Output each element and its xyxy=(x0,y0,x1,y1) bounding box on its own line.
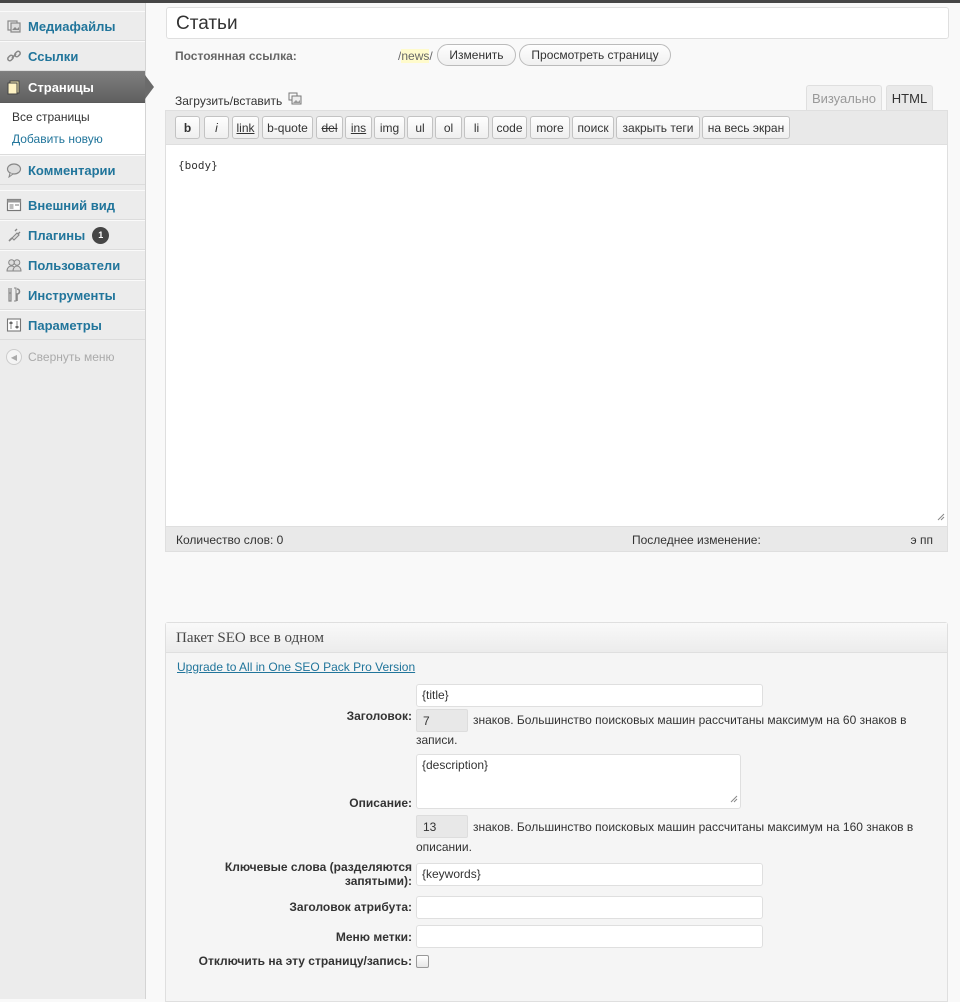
edit-permalink-button[interactable]: Изменить xyxy=(437,44,516,66)
sidebar-item-label: Инструменты xyxy=(28,287,116,303)
seo-description-char-count: 13 xyxy=(416,815,468,838)
seo-description-label: Описание: xyxy=(349,796,412,810)
seo-title-input[interactable]: {title} xyxy=(416,684,763,707)
quicktags-toolbar: b i link b-quote del ins img ul ol li co… xyxy=(166,111,947,144)
blockquote-button[interactable]: b-quote xyxy=(262,116,313,139)
ul-button[interactable]: ul xyxy=(407,116,433,139)
add-media-icon[interactable] xyxy=(288,92,303,109)
ins-button[interactable]: ins xyxy=(345,116,372,139)
upload-insert-label: Загрузить/вставить xyxy=(175,93,283,108)
permalink-slug[interactable]: news xyxy=(401,49,430,63)
resize-grip-icon[interactable] xyxy=(730,792,738,806)
sidebar-item-label: Внешний вид xyxy=(28,197,115,213)
seo-keywords-label: Ключевые слова (разделяются запятыми): xyxy=(224,860,412,888)
sidebar-item-label: Пользователи xyxy=(28,257,121,273)
pages-icon xyxy=(6,79,22,95)
seo-title-attribute-input[interactable] xyxy=(416,896,763,919)
ol-button[interactable]: ol xyxy=(435,116,462,139)
seo-title-char-count: 7 xyxy=(416,709,468,732)
sidebar-item-label: Ссылки xyxy=(28,48,79,64)
li-button[interactable]: li xyxy=(464,116,489,139)
seo-disable-checkbox[interactable] xyxy=(416,955,429,968)
seo-description-hint: знаков. Большинство поисковых машин расс… xyxy=(473,820,914,834)
seo-description-textarea[interactable]: {description} xyxy=(416,754,741,809)
sidebar-item-label: Медиафайлы xyxy=(28,18,116,34)
seo-title-label: Заголовок: xyxy=(346,709,412,723)
search-button[interactable]: поиск xyxy=(572,116,614,139)
sidebar-item-comments[interactable]: Комментарии xyxy=(0,155,145,185)
comments-icon xyxy=(6,162,22,178)
word-count: Количество слов: 0 xyxy=(176,533,284,547)
tools-icon xyxy=(6,287,22,303)
post-title-input[interactable]: Статьи xyxy=(166,7,949,39)
italic-button[interactable]: i xyxy=(204,116,229,139)
sidebar-item-tools[interactable]: Инструменты xyxy=(0,280,145,310)
users-icon xyxy=(6,257,22,273)
sidebar-item-appearance[interactable]: Внешний вид xyxy=(0,190,145,220)
sidebar-item-pages[interactable]: Страницы xyxy=(0,71,154,103)
close-tags-button[interactable]: закрыть теги xyxy=(616,116,700,139)
admin-sidebar: Медиафайлы Ссылки Страницы Все страницы … xyxy=(0,3,154,999)
fullscreen-button[interactable]: на весь экран xyxy=(702,116,790,139)
permalink-url[interactable]: /news/ xyxy=(398,49,433,63)
sidebar-item-plugins[interactable]: Плагины 1 xyxy=(0,220,145,250)
seo-menu-label-label: Меню метки: xyxy=(335,930,412,944)
view-page-button[interactable]: Просмотреть страницу xyxy=(519,44,671,66)
seo-meta-box: Пакет SEO все в одном Upgrade to All in … xyxy=(165,622,948,1002)
tab-html[interactable]: HTML xyxy=(886,85,933,111)
more-button[interactable]: more xyxy=(530,116,570,139)
seo-title-attribute-label: Заголовок атрибута: xyxy=(289,900,412,914)
sidebar-item-links[interactable]: Ссылки xyxy=(0,41,145,71)
seo-description-hint-cont: описании. xyxy=(416,840,472,854)
appearance-icon xyxy=(6,197,22,213)
seo-title-hint: знаков. Большинство поисковых машин расс… xyxy=(473,713,907,727)
seo-description-text: {description} xyxy=(422,758,489,772)
plugins-icon xyxy=(6,227,22,243)
upload-insert[interactable]: Загрузить/вставить xyxy=(175,92,303,109)
link-button[interactable]: link xyxy=(232,116,259,139)
pages-submenu: Все страницы Добавить новую xyxy=(0,103,145,155)
del-button[interactable]: del xyxy=(316,116,343,139)
sidebar-item-label: Страницы xyxy=(28,79,94,95)
links-icon xyxy=(6,48,22,64)
editor-container: b i link b-quote del ins img ul ol li co… xyxy=(165,110,948,552)
content-text: {body} xyxy=(178,159,218,172)
seo-keywords-input[interactable]: {keywords} xyxy=(416,863,763,886)
collapse-arrow-icon: ◀ xyxy=(6,349,22,365)
permalink-label: Постоянная ссылка: xyxy=(175,49,297,63)
plugins-update-count-badge: 1 xyxy=(92,226,110,244)
sidebar-item-users[interactable]: Пользователи xyxy=(0,250,145,280)
seo-disable-label: Отключить на эту страницу/запись: xyxy=(198,954,412,968)
upgrade-pro-link[interactable]: Upgrade to All in One SEO Pack Pro Versi… xyxy=(177,660,415,674)
collapse-menu-button[interactable]: ◀ Свернуть меню xyxy=(6,349,115,365)
settings-icon xyxy=(6,317,22,333)
submenu-all-pages[interactable]: Все страницы xyxy=(12,110,90,124)
sidebar-item-label: Параметры xyxy=(28,317,102,333)
last-modified-label: Последнее изменение: xyxy=(632,533,761,547)
submenu-add-new[interactable]: Добавить новую xyxy=(12,132,103,146)
content-textarea[interactable]: {body} xyxy=(166,144,947,527)
media-icon xyxy=(6,18,22,34)
sidebar-item-label: Комментарии xyxy=(28,162,116,178)
permalink-suffix: / xyxy=(429,49,433,63)
seo-box-title[interactable]: Пакет SEO все в одном xyxy=(166,623,947,653)
bold-button[interactable]: b xyxy=(175,116,200,139)
last-modified-value: э пп xyxy=(910,533,933,547)
sidebar-item-settings[interactable]: Параметры xyxy=(0,310,145,340)
seo-title-hint-cont: записи. xyxy=(416,733,458,747)
editor-status-bar: Количество слов: 0 Последнее изменение: … xyxy=(166,529,947,551)
img-button[interactable]: img xyxy=(374,116,405,139)
resize-grip-icon[interactable] xyxy=(937,511,945,524)
sidebar-item-label: Плагины xyxy=(28,227,86,243)
collapse-menu-label: Свернуть меню xyxy=(28,350,115,364)
code-button[interactable]: code xyxy=(492,116,527,139)
seo-menu-label-input[interactable] xyxy=(416,925,763,948)
sidebar-item-media[interactable]: Медиафайлы xyxy=(0,11,145,41)
tab-visual[interactable]: Визуально xyxy=(806,85,882,111)
